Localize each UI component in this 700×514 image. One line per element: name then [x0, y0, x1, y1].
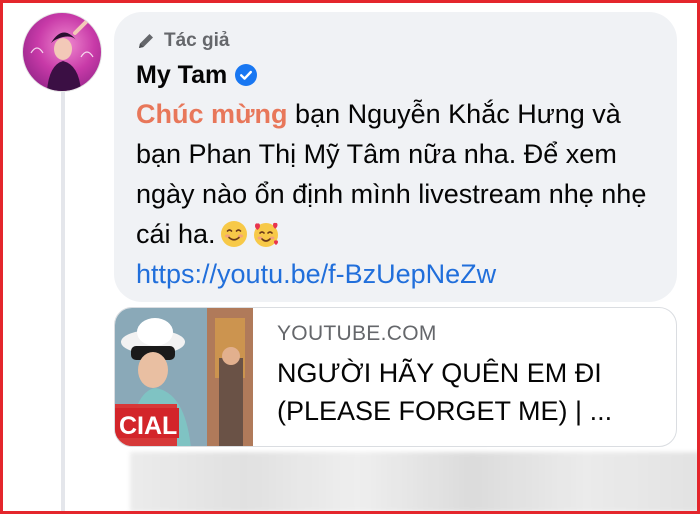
link-preview-card[interactable]: CIAL YOUTUBE.COM NGƯỜI HÃY QUÊN EM ĐI (P… [114, 307, 677, 447]
avatar[interactable] [22, 12, 102, 92]
youtube-link[interactable]: https://youtu.be/f-BzUepNeZw [136, 254, 655, 294]
avatar-image [30, 17, 94, 91]
smiling-face-emoji [220, 221, 247, 247]
pencil-icon [139, 34, 153, 48]
author-name[interactable]: My Tam [136, 61, 227, 90]
reply-thread-line [61, 92, 65, 512]
preview-domain: YOUTUBE.COM [277, 322, 437, 345]
comment-text: Chúc mừng bạn Nguyễn Khắc Hưng và bạn Ph… [136, 94, 656, 254]
author-row: My Tam [136, 58, 655, 92]
thumbnail-label: CIAL [119, 412, 177, 440]
preview-title[interactable]: NGƯỜI HÃY QUÊN EM ĐI (PLEASE FORGET ME) … [277, 354, 657, 430]
video-thumbnail-image: CIAL [115, 308, 253, 446]
comment-bubble: Tác giả My Tam Chúc mừng bạn Nguyễn Khắc… [114, 12, 677, 302]
author-badge-label: Tác giả [164, 30, 230, 51]
video-thumbnail[interactable]: CIAL [115, 308, 253, 446]
smiling-face-with-hearts-emoji [253, 222, 278, 247]
mention-text[interactable]: Chúc mừng [136, 99, 288, 129]
blurred-content [130, 452, 700, 512]
verified-badge-icon [235, 64, 258, 86]
author-badge: Tác giả [136, 28, 655, 54]
preview-info: YOUTUBE.COM NGƯỜI HÃY QUÊN EM ĐI (PLEASE… [277, 322, 657, 430]
